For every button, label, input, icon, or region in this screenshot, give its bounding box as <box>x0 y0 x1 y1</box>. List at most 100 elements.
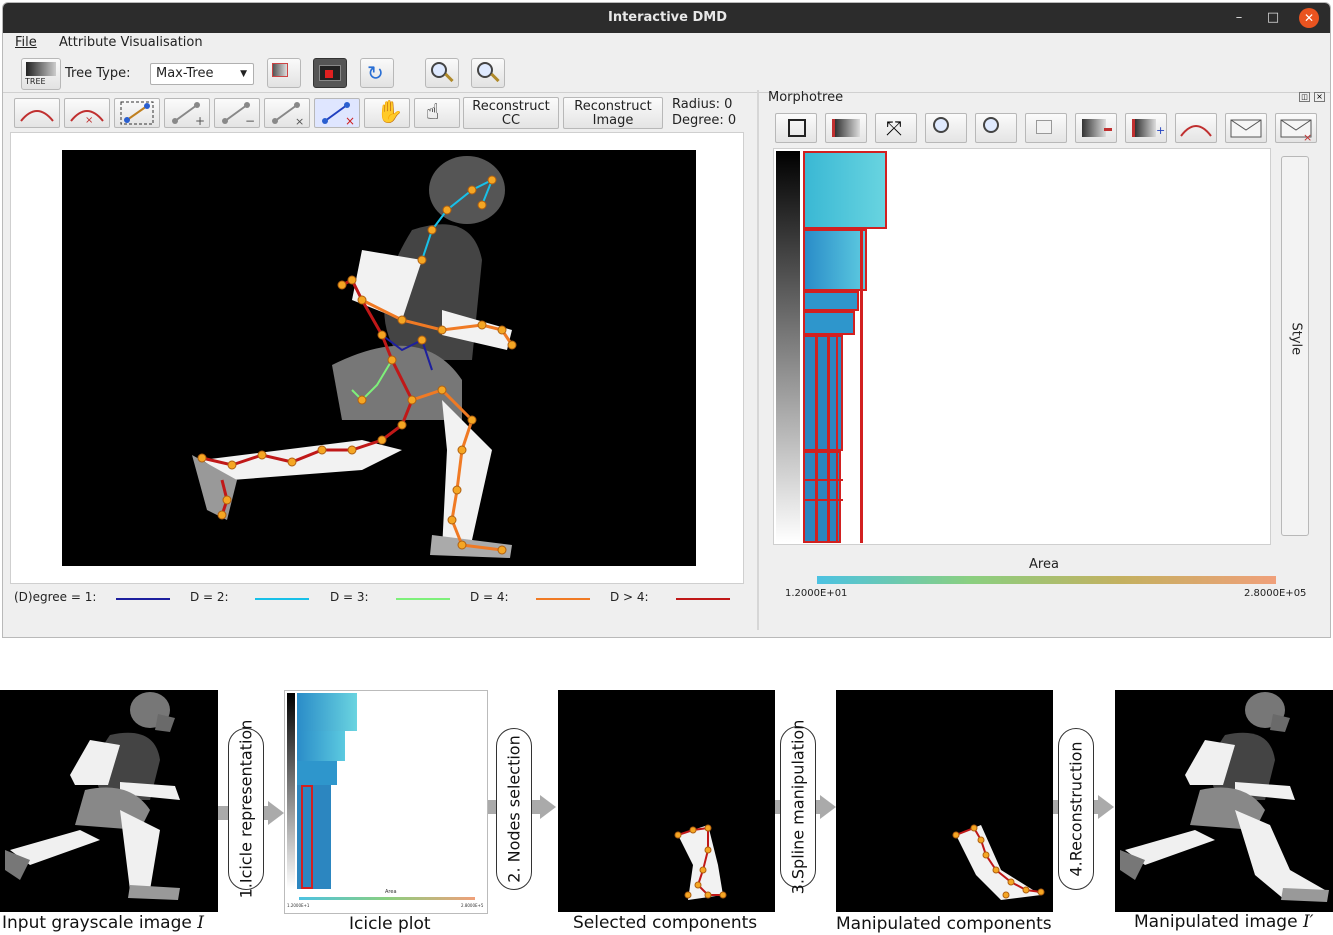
minimize-button[interactable]: – <box>1229 8 1249 28</box>
mini-icicle-node <box>297 761 337 785</box>
select-node-button[interactable] <box>775 113 817 143</box>
menu-attribute-visualisation[interactable]: Attribute Visualisation <box>59 35 203 50</box>
selected-components-label: Selected components <box>573 913 758 933</box>
envelope-delete-icon: × <box>1280 119 1312 144</box>
mini-icicle-node <box>297 693 357 731</box>
manipulated-leg-figure <box>952 824 1045 900</box>
node-gradient-button[interactable] <box>825 113 867 143</box>
tree-zoom-out-button[interactable] <box>975 113 1017 143</box>
tree-button-label: TREE <box>25 77 46 86</box>
arrow-2-tail <box>488 800 496 814</box>
reconstruct-cc-button[interactable]: Reconstruct CC <box>463 97 559 129</box>
attribute-name: Area <box>1029 557 1059 572</box>
tree-gradient-icon <box>26 62 56 76</box>
image-canvas[interactable] <box>62 150 696 566</box>
copy-icon <box>1036 120 1052 134</box>
arrow-1-head <box>268 801 284 825</box>
fit-view-button[interactable]: ⤧ <box>875 113 917 143</box>
remove-point-button[interactable]: − <box>214 98 260 128</box>
manipulated-components-image <box>836 690 1053 912</box>
step-4-label: 4.Reconstruction <box>1066 741 1086 877</box>
icicle-node[interactable] <box>803 311 855 335</box>
step-1-pill: 1.Icicle representation <box>228 720 264 898</box>
gesture-button[interactable]: ✋ <box>364 98 410 128</box>
back-leg-shape <box>202 440 402 480</box>
morphotree-title: Morphotree <box>768 90 844 105</box>
legend-degree-4: D = 4: <box>470 590 509 604</box>
icicle-node[interactable] <box>803 151 887 229</box>
mini-icicle-node <box>297 731 345 761</box>
reconstruct-image-label-2: Image <box>592 113 634 128</box>
attribute-color-scale <box>817 576 1276 584</box>
gradient-icon <box>832 119 860 137</box>
selected-leg-figure <box>674 824 727 900</box>
threshold-node-button[interactable] <box>267 58 301 88</box>
svg-text:×: × <box>1303 131 1312 142</box>
degree-readout: Degree: 0 <box>672 113 737 128</box>
add-node-button[interactable]: + <box>1125 113 1167 143</box>
step-2-pill: 2. Nodes selection <box>496 728 532 890</box>
icicle-node[interactable] <box>803 291 859 311</box>
step-1-label: 1.Icicle representation <box>236 719 256 899</box>
title-bar[interactable]: Interactive DMD – □ ✕ <box>3 3 1330 33</box>
refresh-icon: ↻ <box>367 61 384 85</box>
tree-type-label: Tree Type: <box>65 66 131 81</box>
svg-text:−: − <box>245 114 255 127</box>
tree-zoom-in-button[interactable] <box>925 113 967 143</box>
icicle-plot[interactable] <box>773 148 1271 545</box>
manipulated-image-symbol: I′ <box>1302 912 1314 932</box>
delete-branch-button[interactable]: × <box>314 98 360 128</box>
select-points-icon <box>120 101 154 125</box>
node-icon <box>272 63 288 77</box>
step-4-pill: 4.Reconstruction <box>1058 728 1094 890</box>
refresh-button[interactable]: ↻ <box>360 58 394 88</box>
render-button[interactable] <box>313 58 347 88</box>
panel-splitter[interactable] <box>757 90 759 630</box>
curve-button[interactable] <box>14 98 60 128</box>
manipulated-image-label: Manipulated image I′ <box>1134 912 1314 932</box>
select-points-button[interactable] <box>114 98 160 128</box>
reconstruct-cc-label-2: CC <box>501 113 521 128</box>
icicle-divider <box>815 335 818 543</box>
select-icon <box>788 119 806 137</box>
tree-button[interactable]: TREE <box>21 58 61 90</box>
tree-type-select[interactable]: Max-Tree ▼ <box>150 63 254 85</box>
arrow-2-head <box>540 795 556 819</box>
icicle-divider <box>827 335 830 543</box>
icicle-divider <box>803 479 843 481</box>
reconstruct-image-button[interactable]: Reconstruct Image <box>563 97 663 129</box>
undock-icon[interactable]: ◫ <box>1299 92 1310 102</box>
spline-button[interactable] <box>1175 113 1217 143</box>
zoom-in-button[interactable] <box>425 58 459 88</box>
mini-scale-max: 2.8000E+5 <box>461 903 484 908</box>
input-image-symbol: I <box>197 913 204 933</box>
delete-point-icon: × <box>272 102 304 128</box>
chevron-down-icon: ▼ <box>240 69 247 79</box>
style-tab[interactable]: Style <box>1281 156 1309 536</box>
copy-button[interactable] <box>1025 113 1067 143</box>
manipulated-components-label: Manipulated components <box>836 914 1052 934</box>
arrow-3-head <box>820 795 836 819</box>
zoom-out-button[interactable] <box>471 58 505 88</box>
envelope-delete-button[interactable]: × <box>1275 113 1317 144</box>
add-point-button[interactable]: + <box>164 98 210 128</box>
delete-curve-button[interactable]: × <box>64 98 110 128</box>
icicle-plot-thumbnail: Area 1.2000E+1 2.8000E+5 <box>284 690 488 914</box>
mini-color-scale <box>299 897 475 900</box>
envelope-button[interactable] <box>1225 113 1267 143</box>
delete-point-button[interactable]: × <box>264 98 310 128</box>
maximize-button[interactable]: □ <box>1263 8 1283 28</box>
tree-type-value: Max-Tree <box>156 66 214 81</box>
icicle-divider <box>803 499 843 501</box>
drag-button[interactable]: ☝ <box>414 98 460 128</box>
legend-line-4 <box>536 598 590 600</box>
icicle-node[interactable] <box>803 229 867 291</box>
add-node-icon <box>1132 119 1156 137</box>
legend-degree-3: D = 3: <box>330 590 369 604</box>
remove-node-button[interactable] <box>1075 113 1117 143</box>
menu-file[interactable]: File <box>15 35 37 50</box>
close-button[interactable]: ✕ <box>1299 8 1319 28</box>
dock-close-icon[interactable]: × <box>1314 92 1325 102</box>
radius-readout: Radius: 0 <box>672 97 733 112</box>
runner-figure <box>5 692 180 900</box>
